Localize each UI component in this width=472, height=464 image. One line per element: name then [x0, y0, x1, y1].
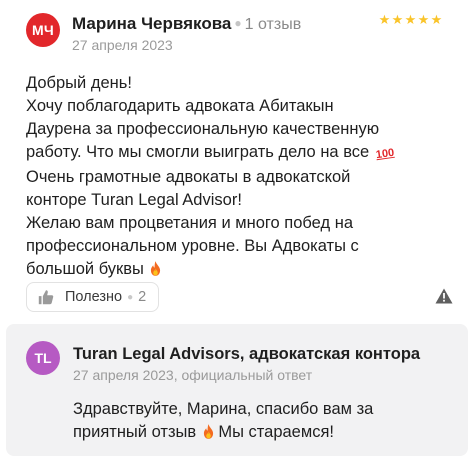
author-name[interactable]: Марина Червякова: [72, 14, 231, 33]
star-icon: ★: [430, 12, 443, 27]
review-line: Желаю вам процветания и много побед на: [26, 214, 353, 232]
fire-icon: [203, 424, 213, 439]
review-line: работу. Что мы смогли выиграть дело на в…: [26, 141, 456, 166]
author-row: Марина Червякова ● 1 отзыв: [72, 13, 301, 35]
rating-stars: ★★★★★: [378, 12, 443, 28]
review-line: Хочу поблагодарить адвоката Абитакын: [26, 97, 334, 115]
review-header: МЧ Марина Червякова ● 1 отзыв 27 апреля 20…: [26, 11, 466, 55]
reply-line-text: Мы стараемся!: [218, 423, 334, 441]
star-icon: ★: [378, 12, 391, 27]
reply-date: 27 апреля 2023, официальный ответ: [73, 367, 313, 383]
review-line: Очень грамотные адвокаты в адвокатской: [26, 168, 351, 186]
fire-icon: [151, 261, 161, 276]
separator-dot: ●: [234, 16, 242, 30]
review-line-text: работу. Что мы смогли выиграть дело на в…: [26, 143, 370, 161]
hundred-points-icon: 100: [374, 146, 395, 162]
review-line-text: большой буквы: [26, 260, 144, 278]
star-icon: ★: [391, 12, 404, 27]
review-line: профессиональном уровне. Вы Адвокаты с: [26, 237, 359, 255]
company-avatar[interactable]: TL: [26, 341, 60, 375]
helpful-button[interactable]: Полезно ● 2: [26, 282, 160, 312]
review-date: 27 апреля 2023: [72, 37, 173, 53]
review-text: Добрый день! Хочу поблагодарить адвоката…: [26, 72, 456, 281]
reply-text: Здравствуйте, Марина, спасибо вам за при…: [73, 398, 453, 444]
company-reply: TL Turan Legal Advisors, адвокатская кон…: [6, 324, 468, 456]
reply-line: Здравствуйте, Марина, спасибо вам за: [73, 400, 374, 418]
company-name[interactable]: Turan Legal Advisors, адвокатская контор…: [73, 344, 420, 364]
star-icon: ★: [417, 12, 430, 27]
review-line: Даурена за профессиональную качественную: [26, 120, 380, 138]
thumbs-up-icon: [38, 290, 54, 305]
reviews-count[interactable]: 1 отзыв: [245, 16, 302, 33]
review-actions: Полезно ● 2: [26, 282, 456, 312]
star-icon: ★: [404, 12, 417, 27]
author-avatar[interactable]: МЧ: [26, 13, 60, 47]
reply-line: приятный отзыв Мы стараемся!: [73, 421, 453, 444]
warning-icon[interactable]: [435, 288, 453, 304]
reply-line-text: приятный отзыв: [73, 423, 197, 441]
review-line: большой буквы: [26, 258, 456, 281]
review-line: конторе Turan Legal Advisor!: [26, 191, 242, 209]
separator-dot: ●: [127, 291, 134, 303]
helpful-label: Полезно: [65, 289, 123, 305]
helpful-count: 2: [138, 289, 147, 305]
review-line: Добрый день!: [26, 74, 132, 92]
